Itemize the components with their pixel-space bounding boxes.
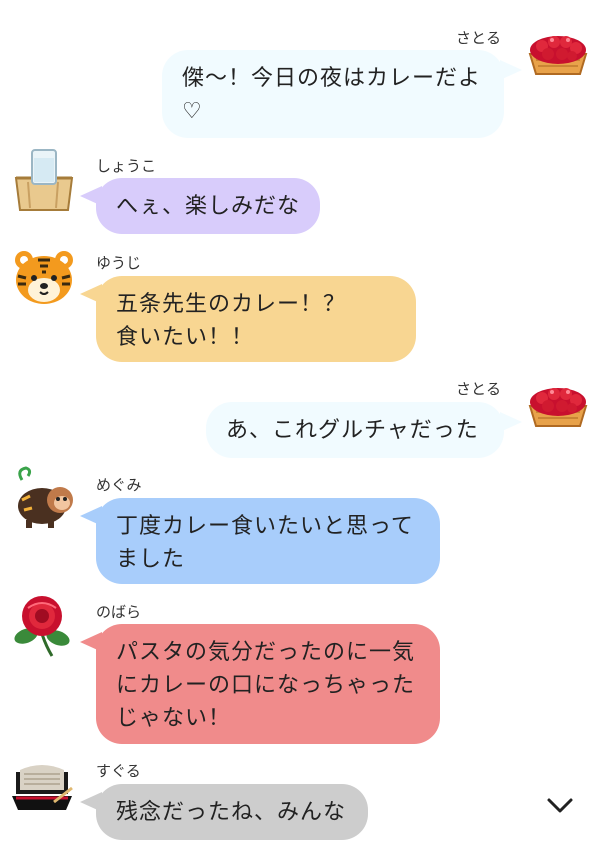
chevron-down-icon[interactable]	[544, 790, 576, 822]
soba-icon	[12, 765, 73, 810]
sender-name: さとる	[456, 380, 502, 398]
message-bubble[interactable]: 残念だったね、みんな	[96, 784, 368, 840]
camellia-icon	[14, 596, 70, 657]
message-bubble[interactable]: へぇ、楽しみだな	[96, 178, 320, 234]
sender-name: しょうこ	[96, 157, 157, 175]
tart-icon	[528, 36, 588, 75]
message-bubble[interactable]: 丁度カレー食いたいと思って ました	[96, 498, 440, 584]
sender-name: ゆうじ	[96, 254, 142, 272]
sake-cup-icon	[14, 149, 74, 211]
tart-icon	[528, 388, 588, 427]
bubble-tail	[500, 412, 522, 432]
message-bubble[interactable]: パスタの気分だったのに一気 にカレーの口になっちゃった じゃない！	[96, 624, 440, 744]
sender-name: さとる	[456, 29, 502, 47]
message-bubble[interactable]: 五条先生のカレー！？ 食いたい！！	[96, 276, 416, 362]
sender-name: めぐみ	[96, 476, 142, 494]
message-bubble[interactable]: あ、これグルチャだった	[206, 402, 504, 458]
sender-name: すぐる	[96, 762, 141, 780]
sender-name: のばら	[96, 603, 142, 621]
message-bubble[interactable]: 傑〜！今日の夜はカレーだよ ♡	[162, 50, 504, 138]
tiger-icon	[15, 251, 73, 304]
monkey-icon	[18, 466, 73, 528]
bubble-tail	[500, 60, 522, 80]
